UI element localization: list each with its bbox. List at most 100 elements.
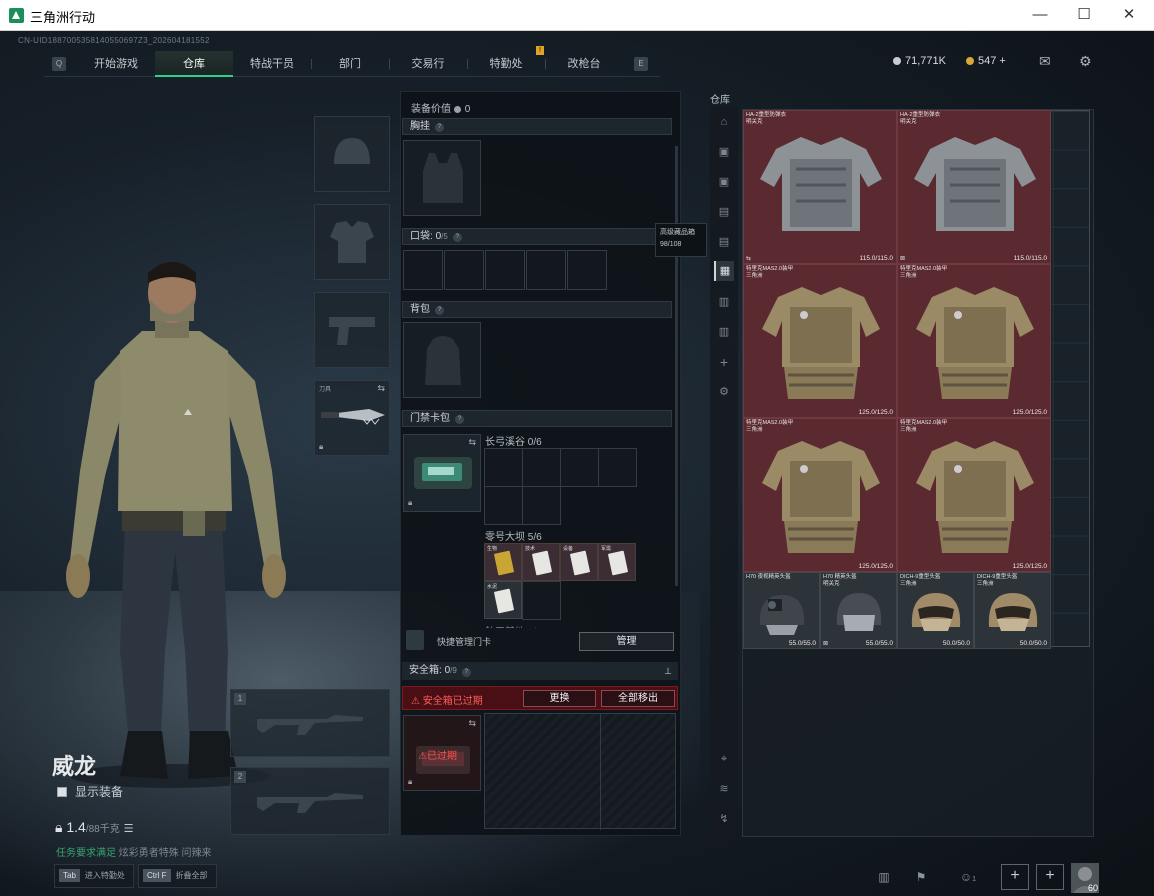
armor-slot[interactable] [314,204,390,280]
warehouse-item-armor[interactable]: 特里克MAS2.0装甲 三角洲 125.0/125.0 [743,418,897,572]
warehouse-item-armor[interactable]: 特里克MAS2.0装甲 三角洲 125.0/125.0 [897,264,1051,418]
warehouse-item-armor[interactable]: HA-2重型防弹衣 明关克 ⇆ 115.0/115.0 [743,110,897,264]
pocket-slot[interactable] [526,250,566,290]
warehouse-item-helmet[interactable]: DICH-9重型头盔 三角洲 50.0/50.0 [974,572,1051,649]
quick-manage-label: 快捷管理门卡 [437,637,492,647]
keycard-slot[interactable] [484,448,523,487]
warehouse-item-helmet[interactable]: DICH-9重型头盔 三角洲 50.0/50.0 [897,572,974,649]
keycard-slot[interactable] [484,486,523,525]
tab-department[interactable]: 部门 [311,51,389,77]
keycard-slot[interactable] [598,448,637,487]
minimize-button[interactable]: — [1017,0,1063,31]
armor-silhouette-icon [330,221,374,263]
warehouse-category-5-icon[interactable]: ▦ [714,261,734,281]
helmet-slot[interactable] [314,116,390,192]
pocket-slot[interactable] [444,250,484,290]
help-icon[interactable]: ? [435,306,444,315]
keycard-slot[interactable] [522,581,561,620]
mail-icon[interactable]: ✉ [1039,53,1051,70]
tab-trading[interactable]: 交易行 [389,51,467,77]
warehouse-layers-icon[interactable]: ≋ [714,779,734,799]
nav-prev-key[interactable]: Q [52,57,66,71]
keycard-case-slot[interactable]: ⇆ 🔒︎ [403,434,481,512]
help-icon[interactable]: ? [461,668,471,677]
help-icon[interactable]: ? [452,233,462,242]
warehouse-label: 仓库 [710,95,730,106]
close-button[interactable]: ✕ [1106,0,1152,31]
keycard-item[interactable]: 生物 [484,543,522,581]
window-title: 三角洲行动 [30,10,96,25]
swap-icon[interactable]: ⇆ [468,718,476,729]
warehouse-tidy-icon[interactable]: ↯ [714,809,734,829]
primary-weapon-slot[interactable]: 1 [230,689,390,757]
stats-chart-icon[interactable]: ▥ [870,864,898,890]
warehouse-item-armor[interactable]: 特里克MAS2.0装甲 三角洲 125.0/125.0 [743,264,897,418]
tab-operators[interactable]: 特战干员 [233,51,311,77]
invite-slot-button[interactable]: + [1001,864,1029,890]
invite-slot-button[interactable]: + [1036,864,1064,890]
tab-start-game[interactable]: 开始游戏 [77,51,155,77]
warehouse-item-helmet[interactable]: H70 精英头盔 明关克 ⊠ 55.0/55.0 [820,572,897,649]
safe-box-header: 安全箱: 0/9? ⊥ [402,662,678,680]
warehouse-item-armor[interactable]: HA-2重型防弹衣 明关克 ⊠ 115.0/115.0 [897,110,1051,264]
move-all-button[interactable]: 全部移出 [601,690,675,707]
heavy-armor-icon [914,137,1036,231]
keycard-item[interactable]: 设备 [560,543,598,581]
knife-slot[interactable]: 刀具 ⇆ 🔒︎ [314,380,390,456]
keycard-slot[interactable] [522,486,561,525]
hint-collapse-all[interactable]: Ctrl F 折叠全部 [138,864,217,888]
keycard-slot[interactable] [522,448,561,487]
keycard-item[interactable]: 水泥 [484,581,522,619]
warehouse-category-1-icon[interactable]: ▣ [714,142,734,162]
add-warehouse-icon[interactable]: + [714,352,734,372]
chest-rig-slot[interactable] [403,140,481,216]
tactical-armor-icon [916,287,1034,399]
warehouse-category-6-icon[interactable]: ▥ [714,292,734,312]
keycard-item[interactable]: 技术 [522,543,560,581]
keycard-item[interactable]: 军需 [598,543,636,581]
safe-box-grid[interactable] [484,713,676,830]
manage-button[interactable]: 管理 [579,632,674,651]
equipment-scrollbar[interactable] [675,146,678,586]
pistol-slot[interactable] [314,292,390,368]
help-icon[interactable]: ? [455,415,464,424]
pocket-slot[interactable] [567,250,607,290]
settings-gear-icon[interactable]: ⚙ [1079,53,1092,70]
flag-icon[interactable]: ⚑ [907,864,935,890]
list-icon[interactable]: ☰ [124,823,134,835]
pin-icon[interactable]: ⊥ [664,662,672,680]
nav-next-key[interactable]: E [634,57,648,71]
warehouse-settings-gear-icon[interactable]: ⚙ [714,382,734,402]
pocket-slot[interactable] [485,250,525,290]
item-tag-icon: ⇆ [746,256,752,262]
safe-box-slot[interactable]: ⇆ ⚠已过期 🔒︎ [403,715,481,791]
party-members[interactable]: ☺1 [950,864,986,890]
tab-warehouse[interactable]: 仓库 [155,51,233,77]
warehouse-item-helmet[interactable]: H70 夜视精英头盔 55.0/55.0 [743,572,820,649]
swap-icon[interactable]: ⇆ [468,437,476,448]
maximize-button[interactable]: ☐ [1061,0,1107,31]
warehouse-category-all-icon[interactable]: ⌂ [714,112,734,132]
tab-special-ops[interactable]: 特勤处 [467,51,545,77]
warehouse-category-2-icon[interactable]: ▣ [714,172,734,192]
backpack-slot[interactable] [403,322,481,398]
player-avatar[interactable]: 60 [1071,863,1099,893]
secondary-weapon-slot[interactable]: 2 [230,767,390,835]
swap-icon[interactable]: ⇆ [377,383,385,394]
help-icon[interactable]: ? [435,123,444,132]
show-equipment-checkbox[interactable] [57,787,67,797]
keycard-slot[interactable] [560,448,599,487]
warehouse-category-4-icon[interactable]: ▤ [714,232,734,252]
tab-gunsmith[interactable]: 改枪台 [545,51,623,77]
pocket-slot[interactable] [403,250,443,290]
equipment-value: 装备价值 0 [411,104,471,115]
warehouse-sort-icon[interactable]: ⌖ [714,749,734,769]
warehouse-category-3-icon[interactable]: ▤ [714,202,734,222]
tactical-armor-icon [762,441,880,553]
gold-currency[interactable]: 547 + [966,55,1006,67]
warehouse-category-7-icon[interactable]: ▥ [714,322,734,342]
warehouse-item-armor[interactable]: 特里克MAS2.0装甲 三角洲 125.0/125.0 [897,418,1051,572]
hint-enter-special-ops[interactable]: Tab 进入特勤处 [54,864,134,888]
show-equipment-toggle[interactable]: 显示装备 [57,783,123,800]
replace-button[interactable]: 更换 [523,690,596,707]
